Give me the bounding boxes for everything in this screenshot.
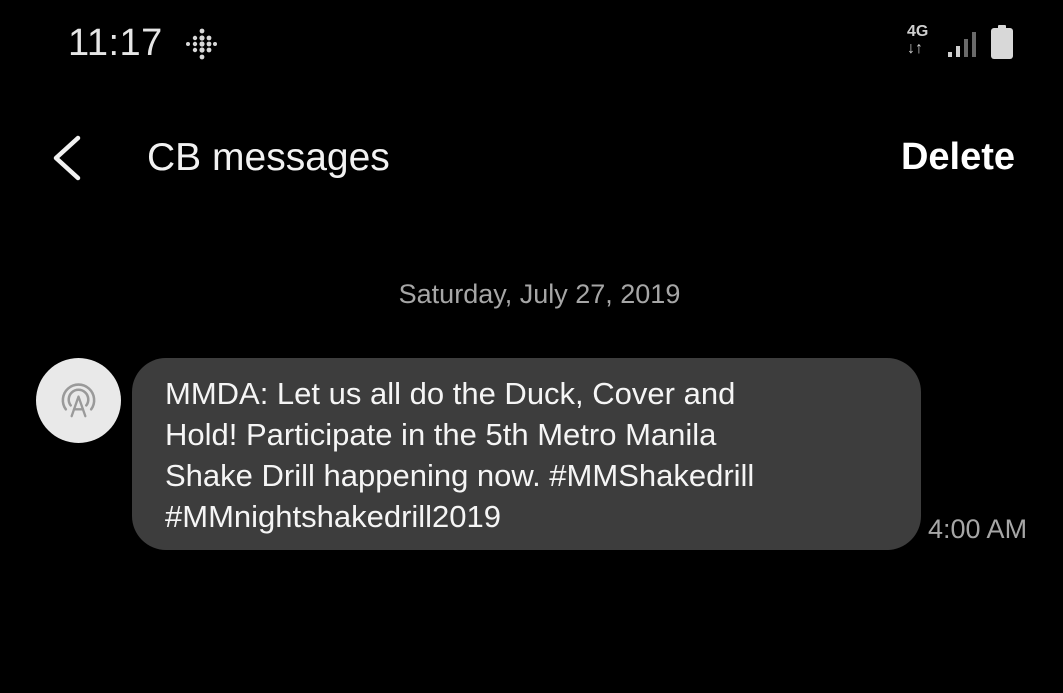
network-4g-icon: 4G ↓↑	[907, 24, 937, 62]
date-header: Saturday, July 27, 2019	[398, 279, 681, 309]
message-bubble[interactable]: MMDA: Let us all do the Duck, Cover and …	[132, 358, 921, 550]
chevron-left-icon	[53, 135, 81, 181]
message-text: MMDA: Let us all do the Duck, Cover and …	[165, 376, 755, 534]
fitbit-icon	[186, 28, 217, 60]
battery-icon	[991, 25, 1013, 59]
broadcast-icon	[61, 383, 96, 418]
sender-avatar	[36, 358, 121, 443]
status-bar-time: 11:17	[68, 22, 163, 64]
page-title: CB messages	[147, 136, 390, 179]
back-button[interactable]	[44, 130, 94, 186]
network-type-label: 4G	[907, 23, 929, 40]
network-arrows-icon: ↓↑	[907, 40, 923, 57]
signal-icon	[948, 32, 976, 57]
delete-button[interactable]: Delete	[901, 136, 1015, 179]
message-time: 4:00 AM	[928, 514, 1028, 544]
